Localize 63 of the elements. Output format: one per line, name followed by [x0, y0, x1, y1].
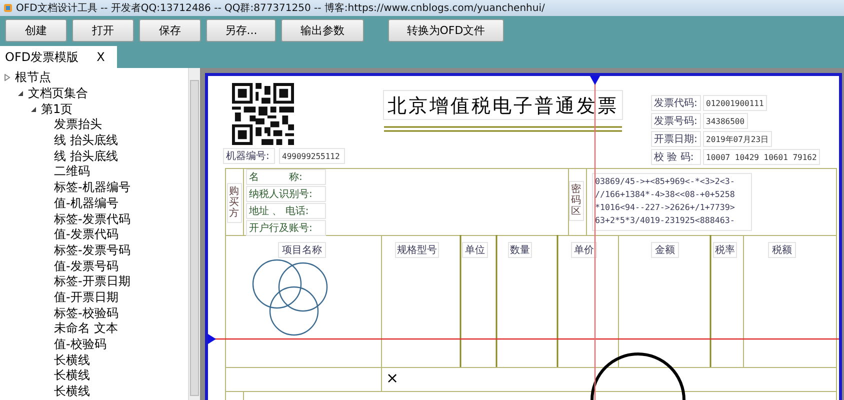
column-header: 金额 — [651, 242, 679, 258]
label-text: 校 验 码: — [651, 149, 701, 165]
tree-item[interactable]: 标签-校验码 — [53, 304, 118, 322]
tree-item[interactable]: 标签-发票代码 — [53, 210, 130, 228]
app-icon — [3, 3, 13, 13]
column-header: 税率 — [713, 242, 737, 258]
value-text: 012001900111 — [703, 95, 767, 111]
value-text: 10007 10429 10601 79162 — [703, 149, 820, 165]
cipher-text: 03869/45->+<85+969<-*<3>2<3- //166+1384*-4>38<<08-+0+5258 *1016<94--227->2626+/1+7739> 63+2*5*3/4019-231925<888463- — [592, 173, 752, 231]
document-tab[interactable]: OFD发票模版 X — [0, 46, 117, 68]
tree-item[interactable]: 长横线 — [53, 383, 90, 400]
label-text: 名 称: — [246, 169, 326, 185]
toolbar-button[interactable]: 创建 — [5, 18, 67, 42]
tree-item[interactable]: 二维码 — [53, 163, 90, 180]
tree-item[interactable]: 标签-机器编号 — [53, 179, 130, 196]
tree-item[interactable]: 值-发票代码 — [53, 226, 118, 244]
toolbar-button[interactable]: 打开 — [72, 18, 134, 42]
toolbar-button[interactable]: 输出参数 — [281, 18, 364, 42]
column-header: 规格型号 — [395, 242, 439, 258]
qr-code-icon — [232, 83, 294, 145]
toolbar-button[interactable]: 保存 — [139, 18, 201, 42]
tree-item[interactable]: 标签-开票日期 — [53, 273, 130, 290]
value-text: 499099255112 — [279, 148, 345, 164]
label-text: 机器编号: — [223, 148, 275, 164]
invoice-title: 北京增值税电子普通发票 — [383, 90, 623, 120]
cipher-area-label: 密码区 — [569, 181, 584, 221]
tree-item[interactable]: 值-发票号码 — [53, 258, 118, 275]
column-header: 数量 — [508, 242, 532, 258]
tree-item[interactable]: 长横线 — [53, 367, 90, 384]
cross-mark: × — [386, 370, 399, 386]
label-text: 发票号码: — [651, 113, 701, 129]
value-text: 34386500 — [703, 113, 748, 129]
tree-item[interactable]: 线 抬头底线 — [53, 132, 118, 150]
column-header: 项目名称 — [278, 242, 326, 258]
tree-item[interactable]: 线 抬头底线 — [53, 148, 118, 165]
tree-item[interactable]: 值-校验码 — [53, 336, 106, 354]
tree-item[interactable]: 值-机器编号 — [53, 194, 118, 212]
expander-icon[interactable] — [17, 90, 24, 98]
tree-item[interactable]: 未命名 文本 — [53, 320, 118, 338]
expander-icon[interactable] — [30, 106, 37, 113]
label-text: 开户行及账号: — [246, 220, 326, 236]
buyer-label: 购买方 — [227, 183, 242, 223]
toolbar-button[interactable]: 转换为OFD文件 — [388, 18, 504, 42]
tree-item[interactable]: 发票抬头 — [53, 116, 102, 134]
label-text: 开票日期: — [651, 131, 701, 147]
tree-item[interactable]: 文档页集合 — [27, 85, 88, 102]
tree-item[interactable]: 长横线 — [53, 352, 90, 369]
tree-item[interactable]: 标签-发票号码 — [53, 242, 130, 259]
value-text: 2019年07月23日 — [703, 131, 772, 147]
column-header: 税额 — [768, 242, 796, 258]
label-text: 纳税人识别号: — [246, 186, 326, 202]
label-text: 地址 、 电话: — [246, 203, 326, 219]
label-text: 发票代码: — [651, 95, 701, 111]
tab-close-button[interactable]: X — [96, 50, 105, 64]
column-header: 单位 — [462, 242, 488, 258]
toolbar-button[interactable]: 另存... — [206, 18, 276, 42]
horizontal-guide-line[interactable] — [208, 333, 839, 345]
column-header: 单价 — [571, 242, 597, 258]
window-title: OFD文档设计工具 -- 开发者QQ:13712486 -- QQ群:877371250 -- 博客:https://www.cnblogs.com/yuanchenhui/ — [16, 2, 545, 15]
tree-item[interactable]: 值-开票日期 — [53, 288, 118, 306]
scrollbar[interactable] — [188, 68, 200, 400]
tree-item[interactable]: 第1页 — [40, 100, 73, 118]
tree-item[interactable]: 根节点 — [14, 69, 51, 86]
